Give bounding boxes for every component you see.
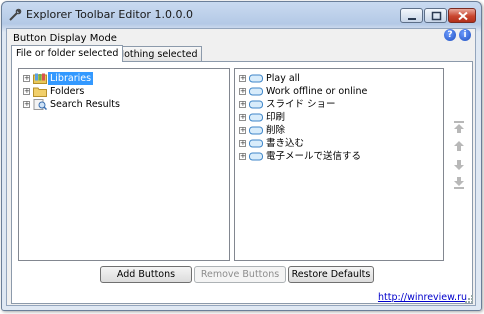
title-bar[interactable]: Explorer Toolbar Editor 1.0.0.0: [2, 2, 481, 28]
resize-grip-icon[interactable]: [464, 294, 474, 304]
tree-item-label: スライド ショー: [266, 99, 336, 110]
tree-item-label: Libraries: [48, 72, 94, 85]
restore-defaults-button[interactable]: Restore Defaults: [288, 266, 374, 283]
minimize-button[interactable]: [400, 8, 423, 23]
expand-icon[interactable]: +: [23, 75, 30, 82]
tab-nothing-selected[interactable]: Nothing selected: [112, 46, 203, 61]
button-icon: [249, 74, 263, 83]
remove-buttons-button[interactable]: Remove Buttons: [194, 266, 286, 283]
window-title: Explorer Toolbar Editor 1.0.0.0: [26, 8, 193, 21]
tree-item-label: Play all: [266, 73, 300, 84]
maximize-icon: [431, 11, 442, 21]
maximize-button[interactable]: [424, 8, 447, 23]
expand-icon[interactable]: +: [239, 153, 246, 160]
button-icon: [249, 100, 263, 109]
move-top-icon[interactable]: [452, 120, 466, 134]
close-icon: [458, 11, 468, 21]
expand-icon[interactable]: +: [239, 140, 246, 147]
tree-item-label: Search Results: [50, 99, 120, 110]
tree-item-label: Folders: [50, 86, 85, 97]
toolbar-buttons-tree[interactable]: + Play all + Work offline or online + スラ…: [234, 68, 444, 261]
button-icon: [249, 152, 263, 161]
question-icon[interactable]: ?: [444, 29, 456, 41]
minimize-icon: [408, 18, 416, 20]
search-results-icon: [33, 99, 47, 110]
expand-icon[interactable]: +: [239, 101, 246, 108]
status-bar: http://winreview.ru: [7, 289, 475, 305]
tab-panel: + Libraries + Folders + Search Results +…: [11, 61, 473, 304]
app-window: Explorer Toolbar Editor 1.0.0.0 Button D…: [1, 1, 482, 311]
button-display-mode-label: Button Display Mode: [13, 33, 117, 44]
tree-item-label: 印刷: [266, 112, 286, 123]
tree-item-label: Work offline or online: [266, 86, 368, 97]
expand-icon[interactable]: +: [23, 101, 30, 108]
available-items-tree[interactable]: + Libraries + Folders + Search Results: [18, 68, 230, 261]
tab-file-or-folder-selected[interactable]: File or folder selected: [11, 45, 124, 62]
expand-icon[interactable]: +: [239, 88, 246, 95]
tree-item-label: 削除: [266, 125, 286, 136]
client-area: Button Display Mode ? i File or folder s…: [6, 28, 476, 306]
app-icon: [9, 8, 22, 21]
move-down-icon[interactable]: [452, 158, 466, 172]
libraries-icon: [33, 73, 47, 84]
button-icon: [249, 113, 263, 122]
button-icon: [249, 126, 263, 135]
website-link[interactable]: http://winreview.ru: [378, 292, 467, 303]
close-button[interactable]: [448, 8, 476, 23]
folder-icon: [33, 87, 47, 97]
info-icon[interactable]: i: [459, 29, 471, 41]
expand-icon[interactable]: +: [239, 75, 246, 82]
tree-item-label: 電子メールで送信する: [266, 151, 362, 162]
expand-icon[interactable]: +: [23, 88, 30, 95]
tree-item-label: 書き込む: [266, 138, 305, 149]
expand-icon[interactable]: +: [239, 114, 246, 121]
add-buttons-button[interactable]: Add Buttons: [100, 266, 192, 283]
button-icon: [249, 139, 263, 148]
button-icon: [249, 87, 263, 96]
expand-icon[interactable]: +: [239, 127, 246, 134]
move-up-icon[interactable]: [452, 139, 466, 153]
move-bottom-icon[interactable]: [452, 176, 466, 190]
